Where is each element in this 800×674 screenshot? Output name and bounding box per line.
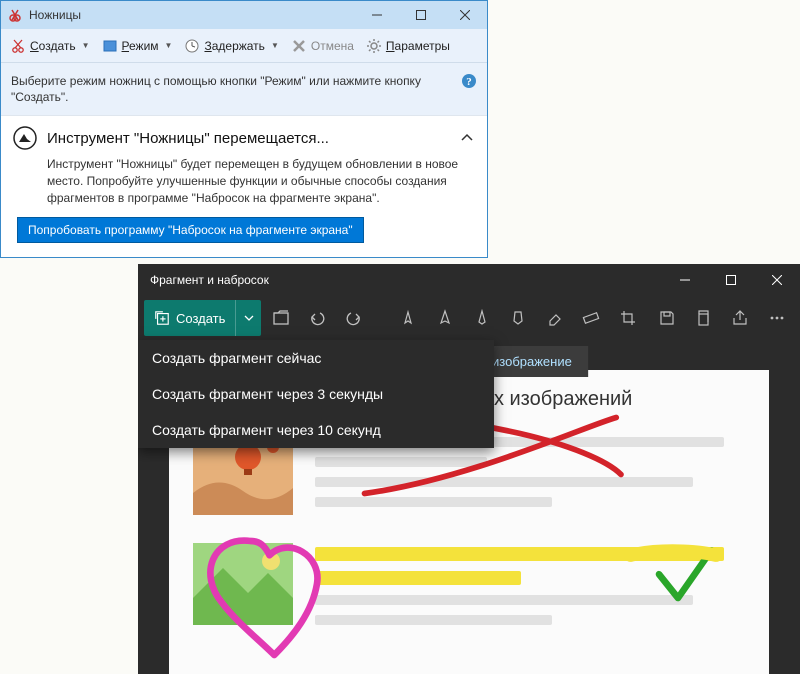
cancel-button: Отмена [286,34,359,58]
app-icon [7,7,23,23]
x-icon [291,38,307,54]
info-message: Выберите режим ножниц с помощью кнопки "… [11,73,453,105]
snip-and-sketch-window: Фрагмент и набросок Создать [138,264,800,674]
new-button[interactable]: Создать [144,300,235,336]
text-line [315,615,552,625]
copy-button[interactable] [686,298,721,338]
window-title: Ножницы [29,8,355,22]
new-button[interactable]: Создать ▼ [5,34,95,58]
menu-item-snip-3s[interactable]: Создать фрагмент через 3 секунды [138,376,494,412]
scissors-icon [10,38,26,54]
moving-notice-panel: Инструмент "Ножницы" перемещается... Инс… [1,115,487,256]
text-line [315,477,693,487]
minimize-button[interactable] [355,1,399,29]
info-bar: Выберите режим ножниц с помощью кнопки "… [1,63,487,115]
pencil-button[interactable] [464,298,499,338]
gear-icon [366,38,382,54]
ballpoint-pen-button[interactable] [428,298,463,338]
undo-button[interactable] [300,298,335,338]
try-sketch-button[interactable]: Попробовать программу "Набросок на фрагм… [17,217,364,243]
more-button[interactable] [759,298,794,338]
maximize-button[interactable] [399,1,443,29]
save-button[interactable] [649,298,684,338]
content-row [193,543,745,625]
panel-body: Инструмент "Ножницы" будет перемещен в б… [47,156,475,206]
close-button[interactable] [754,264,800,296]
crop-button[interactable] [611,298,646,338]
mode-icon [102,38,118,54]
chevron-down-icon: ▼ [82,41,90,50]
text-line [315,547,724,561]
options-button[interactable]: Параметры [361,34,455,58]
text-line [315,497,552,507]
touch-writing-button[interactable] [391,298,426,338]
ruler-button[interactable] [574,298,609,338]
new-split-button[interactable]: Создать [144,300,261,336]
menu-item-snip-10s[interactable]: Создать фрагмент через 10 секунд [138,412,494,448]
text-line [315,457,487,467]
toolbar: Создать [138,296,800,340]
open-file-button[interactable] [263,298,298,338]
window-title: Фрагмент и набросок [150,273,269,287]
help-icon[interactable]: ? [461,73,477,89]
snipping-tool-window: Ножницы Создать ▼ Режим ▼ Задержать ▼ От… [0,0,488,258]
chevron-down-icon: ▼ [271,41,279,50]
maximize-button[interactable] [708,264,754,296]
svg-text:?: ? [466,76,472,88]
titlebar[interactable]: Ножницы [1,1,487,29]
toolbar: Создать ▼ Режим ▼ Задержать ▼ Отмена Пар… [1,29,487,63]
redo-button[interactable] [337,298,372,338]
share-button[interactable] [723,298,758,338]
delay-button[interactable]: Задержать ▼ [179,34,283,58]
new-dropdown[interactable] [235,300,261,336]
highlighter-button[interactable] [501,298,536,338]
chevron-down-icon: ▼ [165,41,173,50]
titlebar[interactable]: Фрагмент и набросок [138,264,800,296]
eraser-button[interactable] [537,298,572,338]
clock-icon [184,38,200,54]
collapse-chevron-icon[interactable] [459,130,475,146]
menu-item-snip-now[interactable]: Создать фрагмент сейчас [138,340,494,376]
text-line [315,595,693,605]
panel-title: Инструмент "Ножницы" перемещается... [47,130,449,147]
text-line [315,571,521,585]
thumb-landscape [193,543,293,625]
mode-button[interactable]: Режим ▼ [97,34,178,58]
minimize-button[interactable] [662,264,708,296]
new-dropdown-menu: Создать фрагмент сейчас Создать фрагмент… [138,340,494,448]
close-button[interactable] [443,1,487,29]
sketch-app-icon [13,126,37,150]
